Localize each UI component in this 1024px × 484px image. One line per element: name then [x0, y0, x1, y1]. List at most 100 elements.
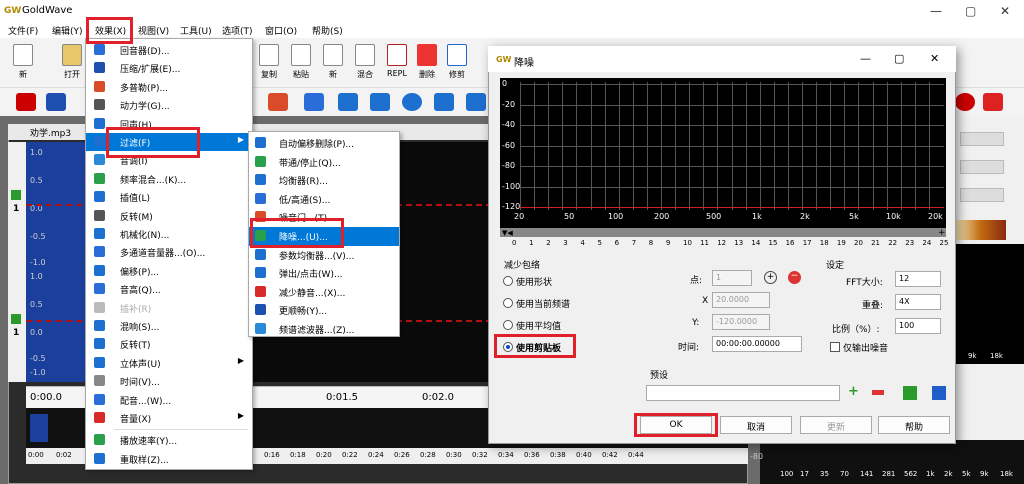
panel-slider[interactable] — [960, 160, 1004, 174]
scroll-track[interactable] — [500, 228, 946, 237]
add-point-icon[interactable]: + — [764, 271, 777, 284]
filter-menu-item[interactable]: 低/高通(S)... — [249, 190, 399, 209]
effects-menu-item[interactable]: 频率混合...(K)... — [86, 170, 252, 188]
stop-icon[interactable] — [932, 386, 946, 400]
time-input[interactable]: 00:00:00.00000 — [712, 336, 802, 352]
updown-arrows-icon[interactable] — [46, 93, 66, 111]
spiral-icon[interactable] — [268, 93, 288, 111]
dialog-minimize-button[interactable]: — — [860, 52, 871, 65]
copy-button[interactable]: 复制 — [252, 42, 286, 86]
filter-menu-item[interactable]: 均衡器(R)... — [249, 171, 399, 190]
close-button[interactable]: ✕ — [1000, 4, 1010, 18]
menu-item-icon — [94, 44, 105, 55]
menu-item-icon — [94, 320, 105, 331]
record-icon[interactable] — [16, 93, 36, 111]
filter-menu-item[interactable]: 减少静音...(X)... — [249, 283, 399, 302]
remove-point-icon[interactable]: − — [788, 271, 801, 284]
effects-menu-item[interactable]: 多通道音量器...(O)... — [86, 243, 252, 261]
paste-label: 粘贴 — [293, 70, 309, 79]
maximize-button[interactable]: ▢ — [965, 4, 976, 18]
cancel-button[interactable]: 取消 — [720, 416, 792, 434]
overlap-select[interactable]: 4X — [895, 294, 941, 310]
effects-menu-item[interactable]: 立体声(U) ▶ — [86, 354, 252, 372]
replace-button[interactable]: REPL — [380, 42, 414, 86]
panel-slider[interactable] — [960, 188, 1004, 202]
remove-preset-icon[interactable] — [872, 390, 884, 395]
menu-options[interactable]: 选项(T) — [222, 24, 253, 37]
y-input[interactable]: -120.0000 — [712, 314, 770, 330]
point-input[interactable]: 1 — [712, 270, 752, 286]
new-doc-button[interactable]: 新 — [316, 42, 350, 86]
effects-menu-item[interactable]: 反转(T) — [86, 335, 252, 353]
stop-circle-icon[interactable] — [955, 93, 975, 111]
radio-use-spectrum[interactable] — [503, 298, 513, 308]
radio-use-average[interactable] — [503, 320, 513, 330]
open-button[interactable]: 打开 — [55, 42, 89, 86]
menu-item-label: 多普勒(P)... — [120, 83, 169, 94]
effects-menu-item[interactable]: 压缩/扩展(E)... — [86, 59, 252, 77]
arrow-right-icon[interactable] — [338, 93, 358, 111]
balance-icon[interactable] — [402, 93, 422, 111]
effects-menu-item[interactable]: 重取样(Z)... — [86, 450, 252, 468]
envelope-graph[interactable]: 0 -20 -40 -60 -80 -100 -120 20 50 100 200 500 1k 2k 5k… — [500, 78, 946, 228]
menu-edit[interactable]: 编辑(Y) — [52, 24, 83, 37]
channel-enabled-icon[interactable] — [11, 314, 21, 324]
help-button[interactable]: 帮助 — [878, 416, 950, 434]
menu-tools[interactable]: 工具(U) — [180, 24, 212, 37]
scroll-plus-icon[interactable]: + — [938, 228, 946, 238]
new-button[interactable]: 新 — [6, 42, 40, 86]
effects-menu-item[interactable]: 音量(X) ▶ — [86, 409, 252, 427]
minimize-button[interactable]: — — [930, 4, 942, 18]
filter-menu-item[interactable]: 带通/停止(Q)... — [249, 153, 399, 172]
preset-select[interactable] — [646, 385, 840, 401]
menu-item-label: 更顺畅(Y)... — [279, 307, 328, 318]
fft-input[interactable]: 12 — [895, 271, 941, 287]
dialog-maximize-button[interactable]: ▢ — [894, 52, 904, 65]
x-input[interactable]: 20.0000 — [712, 292, 770, 308]
noise-only-checkbox[interactable] — [830, 342, 840, 352]
filter-menu-item[interactable]: 更顺畅(Y)... — [249, 301, 399, 320]
effects-menu-item[interactable]: 动力学(G)... — [86, 96, 252, 114]
effects-menu-item[interactable]: 播放速率(Y)... — [86, 431, 252, 449]
play-icon[interactable] — [903, 386, 917, 400]
add-preset-icon[interactable]: + — [848, 385, 860, 398]
effects-menu-item[interactable]: 配音...(W)... — [86, 391, 252, 409]
equalizer-icon[interactable] — [434, 93, 454, 111]
menu-file[interactable]: 文件(F) — [8, 24, 38, 37]
update-button[interactable]: 更新 — [800, 416, 872, 434]
channel-enabled-icon[interactable] — [11, 190, 21, 200]
effects-menu-item[interactable]: 机械化(N)... — [86, 225, 252, 243]
trim-button[interactable]: 修剪 — [440, 42, 474, 86]
effects-menu-item[interactable]: 时间(V)... — [86, 372, 252, 390]
effects-menu-item[interactable]: 插补(R) — [86, 299, 252, 317]
paste-button[interactable]: 粘贴 — [284, 42, 318, 86]
filter-menu-item[interactable]: 参数均衡器...(V)... — [249, 246, 399, 265]
dialog-close-button[interactable]: ✕ — [930, 52, 939, 65]
menu-help[interactable]: 帮助(S) — [312, 24, 343, 37]
radio-use-shape[interactable] — [503, 276, 513, 286]
effects-menu-item[interactable]: 反转(M) — [86, 207, 252, 225]
arrow-left-icon[interactable] — [370, 93, 390, 111]
scroll-left-icon[interactable]: ▼◀ — [502, 229, 513, 237]
envelope-line[interactable] — [520, 207, 944, 208]
delete-button[interactable]: 删除 — [410, 42, 444, 86]
effects-menu-item[interactable]: 偏移(P)... — [86, 262, 252, 280]
filter-menu-item[interactable]: 频谱滤波器...(Z)... — [249, 320, 399, 339]
menu-window[interactable]: 窗口(O) — [265, 24, 297, 37]
menu-view[interactable]: 视图(V) — [138, 24, 169, 37]
envelope-ruler[interactable]: ▼◀ + 0 1 2 3 4 5 6 7 8 9 10 11 12 13 14 15 16 17 18 19 20 21 2… — [500, 228, 948, 250]
diamond-icon[interactable] — [983, 93, 1003, 111]
grid-line — [604, 82, 606, 210]
effects-menu-item[interactable]: 音高(Q)... — [86, 280, 252, 298]
filter-menu-item[interactable]: 自动偏移删除(P)... — [249, 134, 399, 153]
bars-icon[interactable] — [466, 93, 486, 111]
radio-label: 使用当前频谱 — [516, 300, 571, 310]
filter-menu-item[interactable]: 弹出/点击(W)... — [249, 264, 399, 283]
chart-icon[interactable] — [304, 93, 324, 111]
panel-slider[interactable] — [960, 132, 1004, 146]
effects-menu-item[interactable]: 混响(S)... — [86, 317, 252, 335]
scale-input[interactable]: 100 — [895, 318, 941, 334]
effects-menu-item[interactable]: 插值(L) — [86, 188, 252, 206]
mix-button[interactable]: 混合 — [348, 42, 382, 86]
effects-menu-item[interactable]: 多普勒(P)... — [86, 78, 252, 96]
